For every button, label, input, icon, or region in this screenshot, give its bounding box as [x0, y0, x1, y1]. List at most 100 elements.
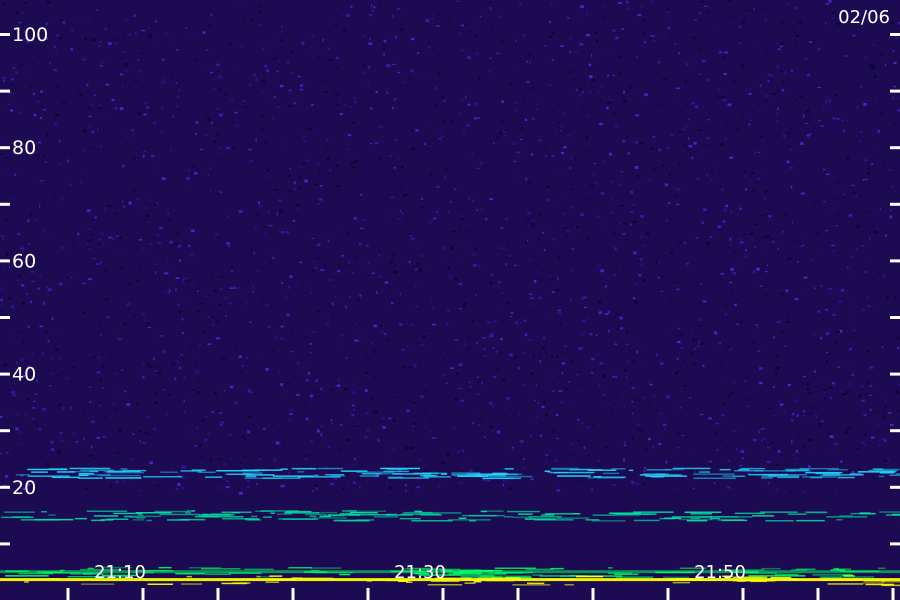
noise-speck: [70, 407, 72, 410]
noise-speck: [489, 425, 493, 429]
noise-speck: [699, 414, 704, 416]
noise-speck: [263, 272, 266, 274]
noise-speck: [423, 390, 428, 394]
noise-speck: [126, 135, 129, 137]
noise-speck: [258, 11, 262, 14]
noise-speck: [585, 463, 589, 465]
noise-speck: [652, 136, 656, 138]
noise-speck: [366, 75, 368, 79]
noise-speck: [148, 433, 151, 437]
noise-speck: [339, 112, 343, 115]
noise-speck: [146, 322, 151, 325]
band-fragment: [313, 474, 319, 477]
noise-speck: [121, 85, 124, 88]
noise-speck: [246, 301, 248, 305]
noise-speck: [256, 212, 259, 216]
noise-speck: [286, 232, 290, 235]
noise-speck: [331, 453, 334, 456]
noise-speck: [777, 107, 779, 111]
noise-speck: [348, 243, 350, 245]
noise-speck: [858, 394, 862, 398]
noise-speck: [796, 260, 799, 263]
noise-speck: [274, 335, 278, 337]
noise-speck: [866, 381, 869, 384]
noise-speck: [545, 461, 548, 463]
noise-speck: [101, 387, 104, 389]
noise-speck: [813, 203, 815, 207]
noise-speck: [391, 447, 394, 450]
band-fragment: [777, 476, 800, 479]
noise-speck: [820, 420, 824, 423]
noise-speck: [102, 241, 105, 245]
noise-speck: [234, 344, 237, 348]
noise-speck: [655, 95, 656, 97]
noise-speck: [804, 123, 808, 124]
noise-speck: [893, 98, 895, 101]
noise-speck: [33, 400, 36, 403]
noise-speck: [710, 169, 713, 173]
noise-speck: [389, 486, 393, 490]
noise-speck: [680, 333, 683, 335]
noise-speck: [194, 364, 197, 367]
noise-speck: [26, 71, 29, 73]
noise-speck: [337, 403, 340, 407]
noise-speck: [177, 482, 181, 486]
noise-speck: [732, 381, 736, 384]
noise-speck: [699, 1, 704, 3]
noise-speck: [316, 202, 321, 205]
noise-speck: [767, 73, 772, 77]
band-fragment: [451, 474, 483, 476]
band-fragment: [380, 467, 420, 470]
noise-speck: [202, 31, 206, 34]
noise-speck: [717, 225, 721, 228]
noise-speck: [451, 4, 455, 6]
noise-speck: [692, 16, 694, 18]
noise-speck: [546, 199, 549, 201]
band-fragment: [477, 573, 507, 575]
noise-speck: [538, 350, 541, 354]
noise-speck: [692, 487, 695, 490]
noise-speck: [5, 156, 9, 159]
band-fragment: [56, 471, 75, 473]
noise-speck: [88, 124, 91, 127]
noise-speck: [258, 205, 263, 208]
noise-speck: [412, 424, 415, 427]
noise-speck: [11, 78, 14, 81]
noise-speck: [656, 409, 658, 412]
band-fragment: [75, 517, 87, 520]
noise-speck: [424, 123, 426, 125]
noise-speck: [668, 173, 671, 176]
noise-speck: [210, 71, 213, 74]
noise-speck: [229, 323, 232, 325]
noise-speck: [31, 327, 33, 329]
noise-speck: [811, 465, 814, 468]
noise-speck: [778, 296, 781, 299]
noise-speck: [238, 286, 241, 289]
noise-speck: [691, 102, 695, 105]
noise-speck: [782, 81, 784, 84]
noise-speck: [767, 264, 768, 267]
noise-speck: [169, 288, 171, 291]
noise-speck: [601, 16, 605, 19]
noise-speck: [462, 129, 466, 132]
noise-speck: [322, 39, 324, 42]
band-fragment: [186, 510, 195, 512]
noise-speck: [447, 245, 450, 248]
noise-speck: [334, 477, 338, 480]
noise-speck: [864, 56, 868, 60]
noise-speck: [42, 408, 46, 411]
noise-speck: [651, 451, 655, 453]
noise-speck: [167, 292, 169, 295]
noise-speck: [288, 471, 291, 475]
noise-speck: [207, 118, 211, 122]
noise-speck: [86, 243, 89, 246]
noise-speck: [424, 142, 426, 146]
noise-speck: [440, 135, 444, 138]
noise-speck: [832, 117, 836, 120]
band-fragment: [572, 513, 581, 515]
noise-speck: [148, 34, 153, 38]
noise-speck: [586, 426, 591, 429]
noise-speck: [706, 137, 710, 139]
noise-speck: [656, 353, 658, 357]
noise-speck: [725, 204, 728, 207]
